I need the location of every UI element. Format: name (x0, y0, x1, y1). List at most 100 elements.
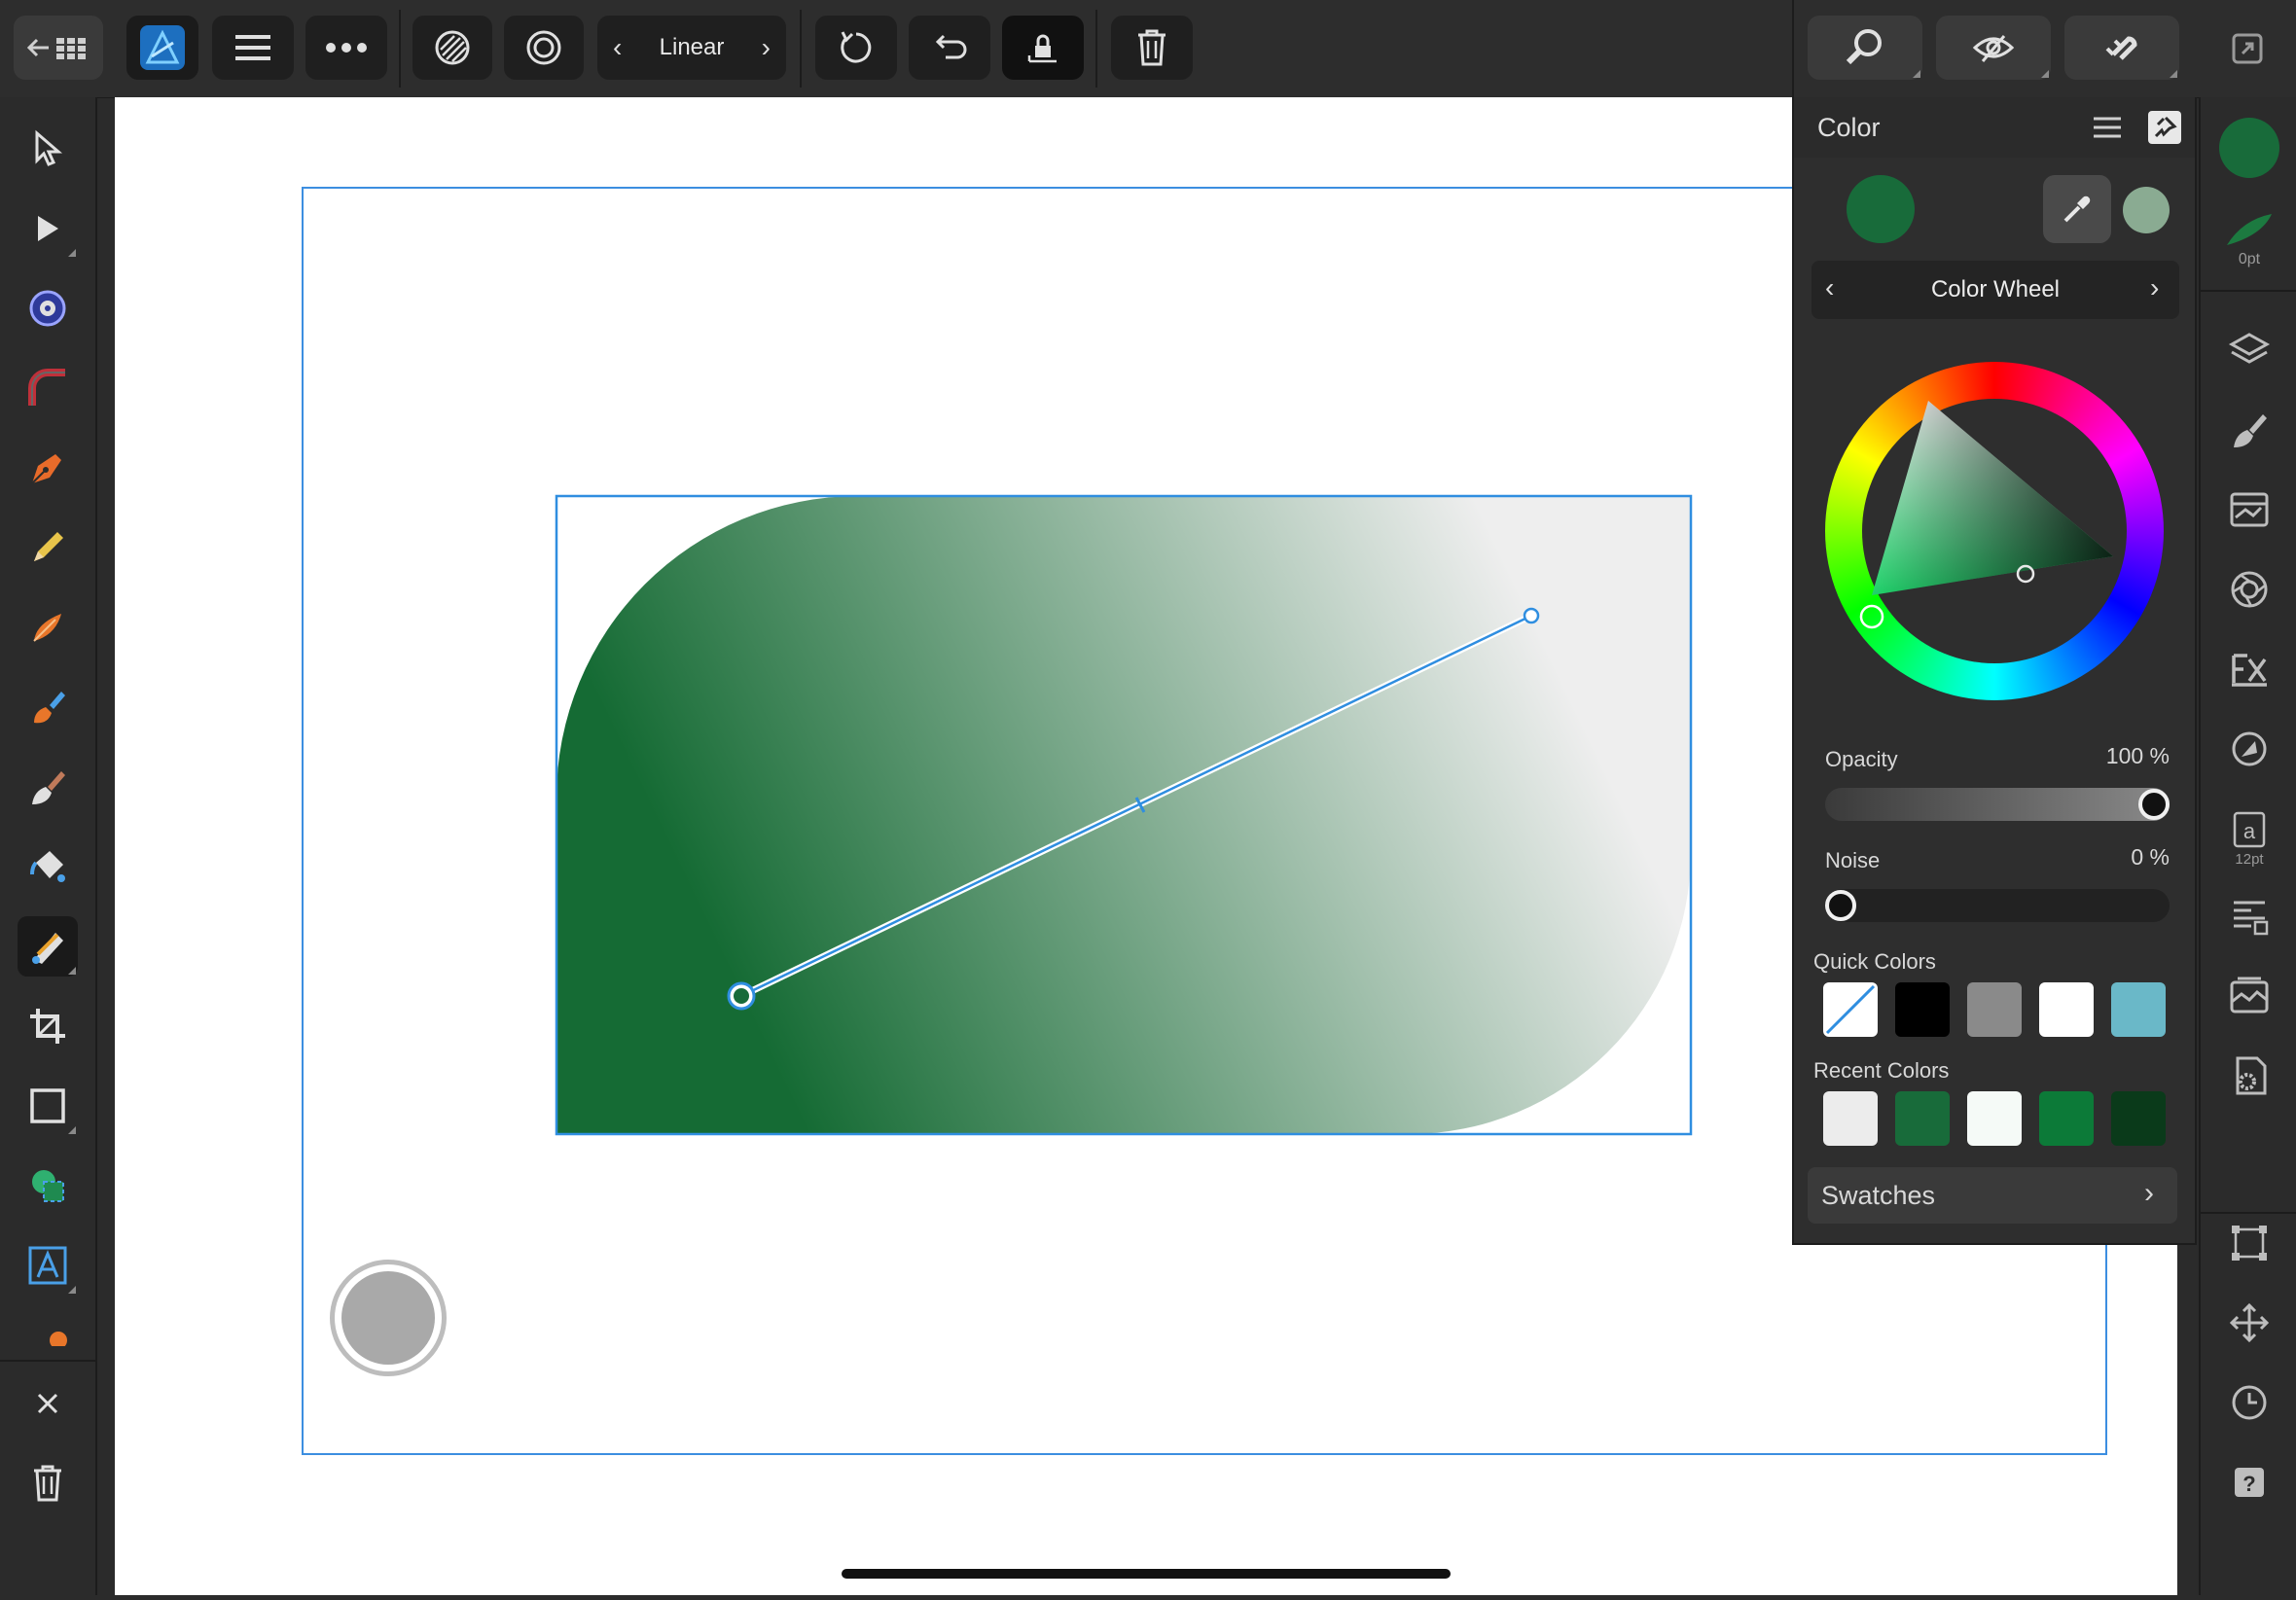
move-tool[interactable] (18, 119, 78, 179)
corner-tool[interactable] (18, 358, 78, 418)
pencil-tool[interactable] (18, 517, 78, 578)
quick-color-swatch[interactable] (2111, 982, 2166, 1037)
corner-curve-icon (28, 369, 65, 406)
swatches-button[interactable]: Swatches › (1808, 1167, 2177, 1224)
recent-color-swatch[interactable] (1967, 1091, 2022, 1146)
recent-colors-row (1823, 1091, 2183, 1146)
settings-studio-button[interactable] (2220, 1047, 2278, 1105)
fill-color-well[interactable] (2218, 117, 2280, 179)
vector-brush-tool[interactable] (18, 597, 78, 658)
lock-aspect-button[interactable] (1002, 16, 1084, 80)
reset-button[interactable] (909, 16, 990, 80)
gradient-end-handle[interactable] (1523, 607, 1540, 624)
eye-icon (1972, 35, 2015, 62)
menu-button[interactable] (212, 16, 294, 80)
recent-color-swatch[interactable] (2039, 1091, 2094, 1146)
layers-studio-button[interactable] (2220, 321, 2278, 379)
transform-studio-button[interactable] (2220, 1214, 2278, 1272)
hue-handle[interactable] (1859, 604, 1884, 629)
color-dial-icon (2232, 731, 2267, 766)
text-frame-icon (28, 1246, 67, 1285)
delete-button[interactable] (18, 1453, 78, 1513)
point-transform-tool[interactable] (18, 278, 78, 338)
paragraph-studio-button[interactable] (2220, 887, 2278, 945)
expand-button[interactable] (2228, 29, 2267, 68)
quick-color-swatch[interactable] (1967, 982, 2022, 1037)
top-toolbar: ‹ Linear › (0, 0, 2296, 98)
pixel-brush-tool[interactable] (18, 757, 78, 817)
recent-color-swatch[interactable] (2111, 1091, 2166, 1146)
history-studio-button[interactable] (2220, 1373, 2278, 1432)
svg-text:a: a (2243, 819, 2256, 843)
shape-builder-tool[interactable] (18, 1156, 78, 1216)
crop-tool[interactable] (18, 996, 78, 1056)
rectangle-tool[interactable] (18, 1076, 78, 1136)
fill-brush-tool[interactable] (18, 677, 78, 737)
home-indicator[interactable] (842, 1569, 1451, 1579)
color-studio-button[interactable] (2220, 720, 2278, 778)
gradient-tool[interactable] (18, 916, 78, 977)
eyedropper-button[interactable] (2043, 175, 2111, 243)
recent-color-swatch[interactable] (1823, 1091, 1878, 1146)
color-mode-selector[interactable]: ‹ Color Wheel › (1812, 261, 2179, 319)
delete-stop-button[interactable] (1111, 16, 1193, 80)
brushes-studio-button[interactable] (2220, 401, 2278, 459)
command-controller-button[interactable] (330, 1260, 447, 1376)
no-color-icon (1825, 984, 1876, 1035)
previous-type-icon[interactable]: ‹ (613, 32, 622, 63)
gradient-type-selector[interactable]: ‹ Linear › (597, 16, 786, 80)
stroke-mode-button[interactable] (504, 16, 584, 80)
more-tools-icon[interactable] (45, 1327, 70, 1349)
quick-color-swatch[interactable] (1823, 982, 1878, 1037)
primary-color-well[interactable] (1847, 175, 1915, 243)
noise-slider-knob[interactable] (1825, 890, 1856, 921)
fill-tool[interactable] (18, 836, 78, 897)
more-button[interactable] (305, 16, 387, 80)
help-icon: ? (2235, 1468, 2264, 1497)
tools-panel (0, 97, 97, 1595)
opacity-slider[interactable] (1825, 788, 2170, 821)
transform-icon (2232, 1226, 2267, 1261)
text-styles-studio-button[interactable]: a 12pt (2220, 800, 2278, 877)
next-mode-icon[interactable]: › (2150, 272, 2159, 303)
appearance-studio-button[interactable] (2220, 560, 2278, 619)
close-button[interactable] (18, 1373, 78, 1434)
assets-studio-button[interactable] (2220, 967, 2278, 1025)
node-pointer-icon (38, 216, 58, 241)
panel-menu-button[interactable] (2090, 113, 2125, 142)
noise-slider[interactable] (1825, 889, 2170, 922)
recent-color-swatch[interactable] (1895, 1091, 1950, 1146)
gradient-type-label: Linear (659, 34, 725, 60)
pen-tool[interactable] (18, 438, 78, 498)
opacity-slider-knob[interactable] (2138, 789, 2170, 820)
quick-color-swatch[interactable] (1895, 982, 1950, 1037)
stock-studio-button[interactable] (2220, 480, 2278, 539)
fill-mode-button[interactable] (413, 16, 492, 80)
next-type-icon[interactable]: › (762, 32, 771, 63)
effects-studio-button[interactable] (2220, 640, 2278, 698)
quick-color-swatch[interactable] (2039, 982, 2094, 1037)
secondary-color-well[interactable] (2123, 187, 2170, 233)
snapping-button[interactable] (2064, 16, 2179, 80)
node-tool[interactable] (18, 198, 78, 259)
svg-text:?: ? (2242, 1472, 2255, 1496)
submenu-indicator (2170, 70, 2177, 78)
app-persona-button[interactable] (126, 16, 198, 80)
view-mode-button[interactable] (1808, 16, 1922, 80)
navigator-studio-button[interactable] (2220, 1294, 2278, 1352)
fx-icon (2232, 654, 2267, 687)
toolbar-divider (399, 10, 401, 88)
stroke-button[interactable]: 0pt (2220, 200, 2278, 278)
pin-panel-button[interactable] (2148, 111, 2181, 144)
help-studio-button[interactable]: ? (2220, 1453, 2278, 1511)
reverse-gradient-button[interactable] (815, 16, 897, 80)
back-to-gallery-button[interactable] (14, 16, 103, 80)
magnifier-icon (1846, 29, 1882, 65)
saturation-triangle[interactable] (1825, 362, 2164, 700)
gear-document-icon (2236, 1056, 2267, 1095)
artistic-text-tool[interactable] (18, 1235, 78, 1296)
panel-title: Color (1817, 113, 1881, 142)
affinity-designer-logo-icon (140, 25, 185, 70)
clock-icon (2232, 1385, 2267, 1420)
preview-mode-button[interactable] (1936, 16, 2051, 80)
